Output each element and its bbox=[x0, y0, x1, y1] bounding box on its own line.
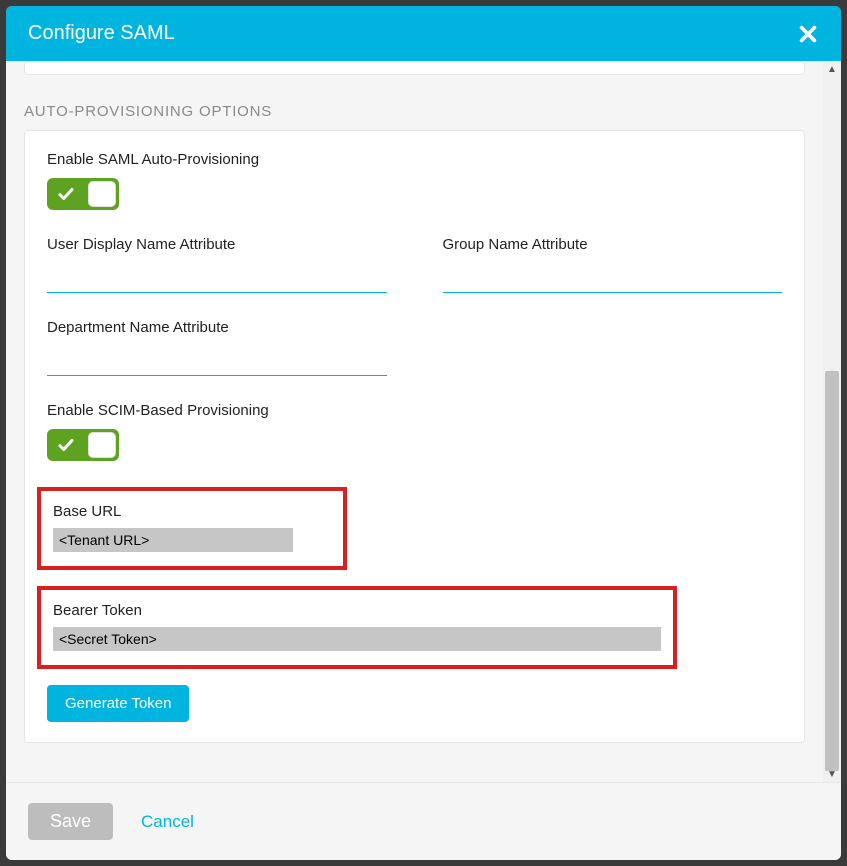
toggle-thumb bbox=[88, 181, 116, 207]
previous-section-card bbox=[24, 61, 805, 75]
group-name-field: Group Name Attribute bbox=[443, 236, 783, 293]
check-icon bbox=[57, 185, 75, 203]
user-display-name-field: User Display Name Attribute bbox=[47, 236, 387, 293]
scrollbar[interactable]: ▲ ▼ bbox=[823, 61, 841, 782]
toggle-thumb bbox=[88, 432, 116, 458]
save-button[interactable]: Save bbox=[28, 803, 113, 840]
generate-token-button[interactable]: Generate Token bbox=[47, 685, 189, 722]
cancel-link[interactable]: Cancel bbox=[141, 812, 194, 832]
close-icon[interactable] bbox=[797, 23, 819, 45]
group-name-input[interactable] bbox=[443, 263, 783, 293]
modal-footer: Save Cancel bbox=[6, 782, 841, 860]
attribute-row-1: User Display Name Attribute Group Name A… bbox=[47, 236, 782, 293]
section-title: AUTO-PROVISIONING OPTIONS bbox=[24, 103, 805, 120]
configure-saml-modal: Configure SAML AUTO-PROVISIONING OPTIONS… bbox=[6, 6, 841, 860]
empty-col bbox=[443, 319, 783, 376]
base-url-input[interactable] bbox=[53, 528, 293, 552]
base-url-label: Base URL bbox=[53, 503, 331, 520]
scroll-up-arrow-icon[interactable]: ▲ bbox=[823, 61, 841, 77]
enable-scim-label: Enable SCIM-Based Provisioning bbox=[47, 402, 782, 419]
bearer-token-label: Bearer Token bbox=[53, 602, 661, 619]
enable-scim-field: Enable SCIM-Based Provisioning bbox=[47, 402, 782, 461]
modal-body-wrap: AUTO-PROVISIONING OPTIONS Enable SAML Au… bbox=[6, 61, 841, 782]
modal-body: AUTO-PROVISIONING OPTIONS Enable SAML Au… bbox=[6, 61, 823, 782]
base-url-highlight: Base URL bbox=[37, 487, 347, 570]
department-name-input[interactable] bbox=[47, 346, 387, 376]
attribute-row-2: Department Name Attribute bbox=[47, 319, 782, 376]
provisioning-card: Enable SAML Auto-Provisioning User Displ… bbox=[24, 130, 805, 743]
scroll-down-arrow-icon[interactable]: ▼ bbox=[823, 766, 841, 782]
scrollbar-thumb[interactable] bbox=[825, 371, 839, 771]
bearer-token-input[interactable] bbox=[53, 627, 661, 651]
check-icon bbox=[57, 436, 75, 454]
enable-saml-label: Enable SAML Auto-Provisioning bbox=[47, 151, 782, 168]
user-display-name-label: User Display Name Attribute bbox=[47, 236, 387, 253]
enable-saml-toggle[interactable] bbox=[47, 178, 119, 210]
bearer-token-highlight: Bearer Token bbox=[37, 586, 677, 669]
department-name-field: Department Name Attribute bbox=[47, 319, 387, 376]
enable-scim-toggle[interactable] bbox=[47, 429, 119, 461]
user-display-name-input[interactable] bbox=[47, 263, 387, 293]
group-name-label: Group Name Attribute bbox=[443, 236, 783, 253]
department-name-label: Department Name Attribute bbox=[47, 319, 387, 336]
enable-saml-field: Enable SAML Auto-Provisioning bbox=[47, 151, 782, 210]
modal-header: Configure SAML bbox=[6, 6, 841, 61]
modal-title: Configure SAML bbox=[28, 22, 175, 45]
